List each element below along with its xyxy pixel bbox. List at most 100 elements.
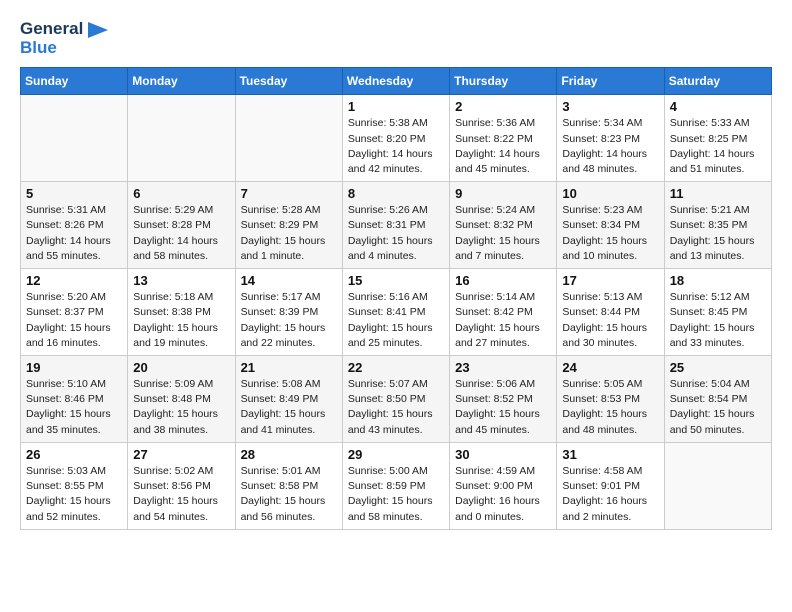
calendar-cell: 10 Sunrise: 5:23 AM Sunset: 8:34 PM Dayli…: [557, 182, 664, 269]
day-info: Sunrise: 5:13 AM Sunset: 8:44 PM Dayligh…: [562, 290, 658, 351]
day-number: 24: [562, 360, 658, 375]
calendar-cell: 11 Sunrise: 5:21 AM Sunset: 8:35 PM Dayli…: [664, 182, 771, 269]
header-day-wednesday: Wednesday: [342, 68, 449, 95]
calendar-cell: 30Sunrise: 4:59 AM Sunset: 9:00 PM Dayli…: [450, 442, 557, 529]
day-info: Sunrise: 5:03 AM Sunset: 8:55 PM Dayligh…: [26, 464, 122, 525]
day-number: 17: [562, 273, 658, 288]
day-info: Sunrise: 5:26 AM Sunset: 8:31 PM Dayligh…: [348, 203, 444, 264]
day-number: 26: [26, 447, 122, 462]
day-info: Sunrise: 5:06 AM Sunset: 8:52 PM Dayligh…: [455, 377, 551, 438]
logo-arrow-icon: [88, 22, 108, 38]
header-day-tuesday: Tuesday: [235, 68, 342, 95]
day-info: Sunrise: 4:58 AM Sunset: 9:01 PM Dayligh…: [562, 464, 658, 525]
header-day-thursday: Thursday: [450, 68, 557, 95]
calendar-cell: 27Sunrise: 5:02 AM Sunset: 8:56 PM Dayli…: [128, 442, 235, 529]
day-number: 18: [670, 273, 766, 288]
day-number: 11: [670, 186, 766, 201]
day-number: 8: [348, 186, 444, 201]
calendar-cell: 22 Sunrise: 5:07 AM Sunset: 8:50 PM Dayli…: [342, 356, 449, 443]
day-info: Sunrise: 5:14 AM Sunset: 8:42 PM Dayligh…: [455, 290, 551, 351]
header-day-sunday: Sunday: [21, 68, 128, 95]
calendar-cell: [21, 95, 128, 182]
day-number: 19: [26, 360, 122, 375]
day-number: 6: [133, 186, 229, 201]
day-number: 22: [348, 360, 444, 375]
day-number: 23: [455, 360, 551, 375]
day-number: 9: [455, 186, 551, 201]
calendar-cell: 25 Sunrise: 5:04 AM Sunset: 8:54 PM Dayli…: [664, 356, 771, 443]
calendar-cell: 19 Sunrise: 5:10 AM Sunset: 8:46 PM Dayli…: [21, 356, 128, 443]
day-info: Sunrise: 5:34 AM Sunset: 8:23 PM Dayligh…: [562, 116, 658, 177]
calendar-cell: 23 Sunrise: 5:06 AM Sunset: 8:52 PM Dayli…: [450, 356, 557, 443]
day-info: Sunrise: 5:38 AM Sunset: 8:20 PM Dayligh…: [348, 116, 444, 177]
header-day-monday: Monday: [128, 68, 235, 95]
day-number: 28: [241, 447, 337, 462]
header: General Blue: [20, 20, 772, 57]
day-info: Sunrise: 5:17 AM Sunset: 8:39 PM Dayligh…: [241, 290, 337, 351]
calendar-cell: 13 Sunrise: 5:18 AM Sunset: 8:38 PM Dayli…: [128, 269, 235, 356]
calendar-cell: [664, 442, 771, 529]
calendar-cell: 26 Sunrise: 5:03 AM Sunset: 8:55 PM Dayli…: [21, 442, 128, 529]
calendar-cell: 31 Sunrise: 4:58 AM Sunset: 9:01 PM Dayli…: [557, 442, 664, 529]
calendar-week-3: 12Sunrise: 5:20 AM Sunset: 8:37 PM Dayli…: [21, 269, 772, 356]
calendar-cell: 29 Sunrise: 5:00 AM Sunset: 8:59 PM Dayli…: [342, 442, 449, 529]
day-info: Sunrise: 5:00 AM Sunset: 8:59 PM Dayligh…: [348, 464, 444, 525]
calendar-week-4: 19 Sunrise: 5:10 AM Sunset: 8:46 PM Dayli…: [21, 356, 772, 443]
day-number: 16: [455, 273, 551, 288]
day-info: Sunrise: 5:16 AM Sunset: 8:41 PM Dayligh…: [348, 290, 444, 351]
calendar-cell: 18Sunrise: 5:12 AM Sunset: 8:45 PM Dayli…: [664, 269, 771, 356]
calendar-cell: 24 Sunrise: 5:05 AM Sunset: 8:53 PM Dayli…: [557, 356, 664, 443]
calendar-cell: 21 Sunrise: 5:08 AM Sunset: 8:49 PM Dayli…: [235, 356, 342, 443]
day-info: Sunrise: 5:31 AM Sunset: 8:26 PM Dayligh…: [26, 203, 122, 264]
day-number: 1: [348, 99, 444, 114]
day-info: Sunrise: 5:07 AM Sunset: 8:50 PM Dayligh…: [348, 377, 444, 438]
calendar-cell: 7 Sunrise: 5:28 AM Sunset: 8:29 PM Daylig…: [235, 182, 342, 269]
day-info: Sunrise: 5:02 AM Sunset: 8:56 PM Dayligh…: [133, 464, 229, 525]
header-day-friday: Friday: [557, 68, 664, 95]
calendar-cell: 1 Sunrise: 5:38 AM Sunset: 8:20 PM Daylig…: [342, 95, 449, 182]
calendar-cell: 14Sunrise: 5:17 AM Sunset: 8:39 PM Dayli…: [235, 269, 342, 356]
calendar-week-5: 26 Sunrise: 5:03 AM Sunset: 8:55 PM Dayli…: [21, 442, 772, 529]
calendar-cell: 17 Sunrise: 5:13 AM Sunset: 8:44 PM Dayli…: [557, 269, 664, 356]
calendar-cell: 28 Sunrise: 5:01 AM Sunset: 8:58 PM Dayli…: [235, 442, 342, 529]
day-number: 30: [455, 447, 551, 462]
calendar-cell: 4Sunrise: 5:33 AM Sunset: 8:25 PM Daylig…: [664, 95, 771, 182]
calendar-week-2: 5 Sunrise: 5:31 AM Sunset: 8:26 PM Daylig…: [21, 182, 772, 269]
calendar-cell: [128, 95, 235, 182]
day-number: 29: [348, 447, 444, 462]
day-number: 25: [670, 360, 766, 375]
calendar-cell: 15 Sunrise: 5:16 AM Sunset: 8:41 PM Dayli…: [342, 269, 449, 356]
day-info: Sunrise: 5:01 AM Sunset: 8:58 PM Dayligh…: [241, 464, 337, 525]
day-number: 15: [348, 273, 444, 288]
day-number: 21: [241, 360, 337, 375]
day-info: Sunrise: 5:24 AM Sunset: 8:32 PM Dayligh…: [455, 203, 551, 264]
day-info: Sunrise: 5:33 AM Sunset: 8:25 PM Dayligh…: [670, 116, 766, 177]
logo-blue: Blue: [20, 39, 108, 58]
calendar-cell: [235, 95, 342, 182]
day-info: Sunrise: 5:36 AM Sunset: 8:22 PM Dayligh…: [455, 116, 551, 177]
day-info: Sunrise: 5:28 AM Sunset: 8:29 PM Dayligh…: [241, 203, 337, 264]
day-info: Sunrise: 5:21 AM Sunset: 8:35 PM Dayligh…: [670, 203, 766, 264]
calendar-cell: 9 Sunrise: 5:24 AM Sunset: 8:32 PM Daylig…: [450, 182, 557, 269]
calendar-cell: 16 Sunrise: 5:14 AM Sunset: 8:42 PM Dayli…: [450, 269, 557, 356]
calendar-cell: 12Sunrise: 5:20 AM Sunset: 8:37 PM Dayli…: [21, 269, 128, 356]
day-info: Sunrise: 5:18 AM Sunset: 8:38 PM Dayligh…: [133, 290, 229, 351]
day-info: Sunrise: 5:10 AM Sunset: 8:46 PM Dayligh…: [26, 377, 122, 438]
day-number: 3: [562, 99, 658, 114]
logo-general: General: [20, 20, 108, 39]
logo-text-block: General Blue: [20, 20, 108, 57]
calendar-table: SundayMondayTuesdayWednesdayThursdayFrid…: [20, 67, 772, 529]
day-info: Sunrise: 5:08 AM Sunset: 8:49 PM Dayligh…: [241, 377, 337, 438]
day-number: 7: [241, 186, 337, 201]
day-number: 13: [133, 273, 229, 288]
day-info: Sunrise: 5:23 AM Sunset: 8:34 PM Dayligh…: [562, 203, 658, 264]
day-number: 10: [562, 186, 658, 201]
logo: General Blue: [20, 20, 108, 57]
day-info: Sunrise: 5:09 AM Sunset: 8:48 PM Dayligh…: [133, 377, 229, 438]
day-info: Sunrise: 5:05 AM Sunset: 8:53 PM Dayligh…: [562, 377, 658, 438]
day-info: Sunrise: 5:04 AM Sunset: 8:54 PM Dayligh…: [670, 377, 766, 438]
day-number: 5: [26, 186, 122, 201]
calendar-week-1: 1 Sunrise: 5:38 AM Sunset: 8:20 PM Daylig…: [21, 95, 772, 182]
calendar-cell: 20Sunrise: 5:09 AM Sunset: 8:48 PM Dayli…: [128, 356, 235, 443]
day-number: 31: [562, 447, 658, 462]
